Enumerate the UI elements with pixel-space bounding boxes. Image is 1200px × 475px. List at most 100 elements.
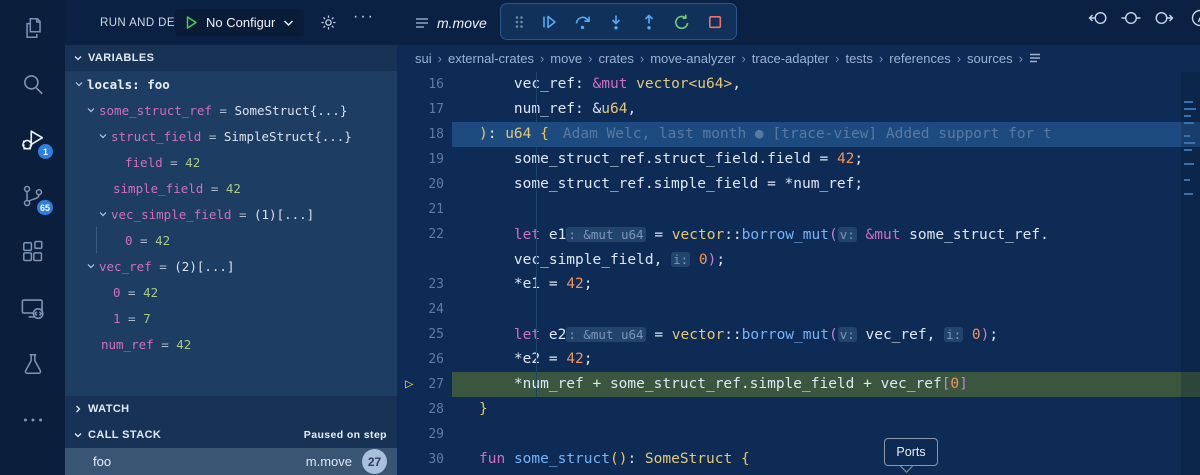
activity-item-files[interactable] [0,0,65,56]
code-line-27[interactable]: 27▷ *num_ref + some_struct_ref.simple_fi… [397,372,1200,397]
testing-icon [20,351,46,377]
variable-row[interactable]: struct_field = SimpleStruct{...} [65,123,397,149]
code-line-21[interactable]: 21 [397,197,1200,222]
activity-item-source-control[interactable]: 65 [0,168,65,224]
indent-guide [536,347,537,372]
breadcrumb-item[interactable]: sui [415,51,432,66]
breadcrumb-item[interactable]: external-crates [448,51,534,66]
circle-dash-button[interactable] [1120,8,1142,28]
line-number[interactable]: 26 [397,347,444,372]
code-line-25[interactable]: 25 let e2: &mut u64 = vector::borrow_mut… [397,322,1200,347]
step-over-icon [573,13,592,31]
code-line-30[interactable]: 30fun some_struct(): SomeStruct { [397,447,1200,472]
line-number[interactable]: 19 [397,147,444,172]
activity-item-testing[interactable] [0,336,65,392]
move-file-icon [415,16,429,30]
minimap-mark [1184,179,1190,181]
call-stack-section-label: CALL STACK [88,429,161,441]
code-line-28[interactable]: 28} [397,397,1200,422]
line-number[interactable]: 30 [397,447,444,472]
circle-arrow-right-button[interactable] [1153,8,1175,28]
line-number[interactable]: 23 [397,272,444,297]
line-number[interactable]: 17 [397,97,444,122]
code-line-19[interactable]: 19 some_struct_ref.struct_field.field = … [397,147,1200,172]
restart-button[interactable] [673,13,691,31]
step-over-button[interactable] [573,13,592,31]
code-line-24[interactable]: 24 [397,297,1200,322]
variable-row[interactable]: some_struct_ref = SomeStruct{...} [65,97,397,123]
indent-guide [536,197,537,222]
activity-item-search[interactable] [0,56,65,112]
activity-item-remote-explorer[interactable] [0,280,65,336]
breadcrumb-item[interactable]: sources [967,51,1013,66]
variable-row[interactable]: field = 42 [65,149,397,175]
line-number[interactable]: 24 [397,297,444,322]
gear-icon[interactable] [320,14,337,31]
breadcrumb-separator: › [640,51,644,66]
line-number[interactable]: 20 [397,172,444,197]
variable-row[interactable]: 1 = 7 [65,305,397,331]
variables-section-header[interactable]: VARIABLES [65,45,397,71]
breadcrumb-item[interactable]: tests [845,51,872,66]
variable-row[interactable]: vec_simple_field = (1)[...] [65,201,397,227]
breadcrumb-item[interactable]: crates [598,51,633,66]
code-line-26[interactable]: 26 *e2 = 42; [397,347,1200,372]
toolbar-drag-handle[interactable] [513,13,525,31]
variable-row[interactable]: num_ref = 42 [65,331,397,357]
watch-section-header[interactable]: WATCH [65,396,397,422]
activity-item-extensions[interactable] [0,224,65,280]
breadcrumb-item[interactable]: move-analyzer [650,51,735,66]
editor-tab[interactable]: m.move [415,0,487,45]
line-number[interactable]: 18 [397,122,444,147]
line-number[interactable]: 16 [397,72,444,97]
variable-row[interactable]: 0 = 42 [65,227,397,253]
code-line-wrap[interactable]: vec_simple_field, i: 0); [397,247,1200,272]
ports-tooltip: Ports [884,438,938,466]
variable-row[interactable]: vec_ref = (2)[...] [65,253,397,279]
debug-config-dropdown[interactable]: No Configur [175,9,304,36]
circle-needle-button[interactable] [1186,8,1200,28]
chevron-down-icon [95,209,111,219]
code-line-29[interactable]: 29 [397,422,1200,447]
paused-status-text: Paused on step [304,429,387,441]
line-number[interactable]: 25 [397,322,444,347]
breadcrumb-separator: › [879,51,883,66]
stop-button[interactable] [706,13,724,31]
sidebar-more-icon[interactable]: ··· [353,8,375,26]
step-out-button[interactable] [640,13,658,31]
start-debug-icon[interactable] [185,15,198,30]
activity-item-more[interactable] [0,392,65,448]
step-into-button[interactable] [607,13,625,31]
line-number[interactable]: 28 [397,397,444,422]
breadcrumb-item[interactable]: references [889,51,950,66]
line-number[interactable]: 21 [397,197,444,222]
variable-row[interactable]: simple_field = 42 [65,175,397,201]
editor-pane: sui›external-crates›move›crates›move-ana… [397,45,1200,475]
code-line-23[interactable]: 23 *e1 = 42; [397,272,1200,297]
circle-arrow-left-button[interactable] [1087,8,1109,28]
variable-row[interactable]: 0 = 42 [65,279,397,305]
code-line-18[interactable]: 18): u64 {Adam Welc, last month ● [trace… [397,122,1200,147]
call-stack-frame-row[interactable]: foo m.move 27 [65,448,397,475]
line-number[interactable]: 29 [397,422,444,447]
continue-button[interactable] [540,13,558,31]
call-stack-section-header[interactable]: CALL STACK Paused on step [65,422,397,448]
chevron-down-icon [83,105,99,115]
editor-actions [1087,8,1200,28]
code-line-17[interactable]: 17 num_ref: &u64, [397,97,1200,122]
line-number[interactable]: 22 [397,222,444,247]
breadcrumb-item[interactable]: trace-adapter [752,51,829,66]
code-line-16[interactable]: 16 vec_ref: &mut vector<u64>, [397,72,1200,97]
minimap-mark [1184,135,1190,137]
minimap-mark [1184,163,1194,165]
code-line-20[interactable]: 20 some_struct_ref.simple_field = *num_r… [397,172,1200,197]
watch-section-label: WATCH [88,403,130,415]
variable-row[interactable]: locals: foo [65,71,397,97]
activity-item-run-debug[interactable]: 1 [0,112,65,168]
sidebar-header: RUN AND DE… No Configur ··· [65,0,397,45]
indent-guide [536,372,537,397]
breadcrumb-item[interactable]: move [550,51,582,66]
code-line-22[interactable]: 22 let e1: &mut u64 = vector::borrow_mut… [397,222,1200,247]
minimap[interactable] [1181,72,1200,475]
minimap-mark [1184,122,1194,124]
